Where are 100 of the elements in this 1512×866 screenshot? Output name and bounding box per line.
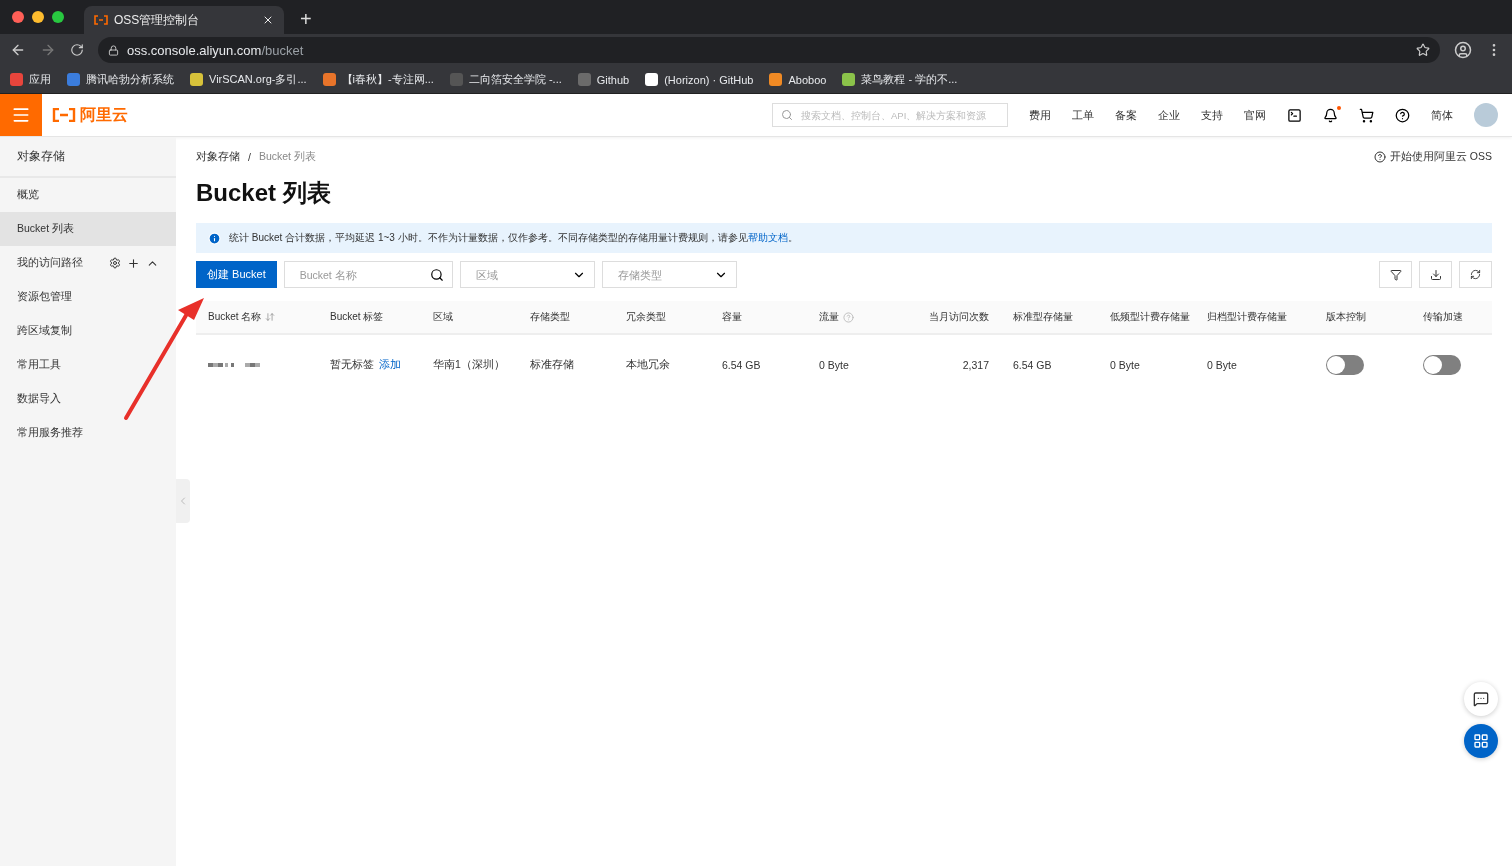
cloud-logo-icon — [94, 15, 108, 25]
table-cell-text: 0 Byte — [818, 358, 850, 373]
table-cell-text: 本地冗余 — [625, 357, 671, 372]
sidebar-title: 对象存储 — [0, 137, 176, 178]
sidebar-item[interactable]: 我的访问路径 — [0, 246, 176, 280]
zoom-window-icon[interactable] — [52, 11, 64, 23]
column-header: 冗余类型 — [614, 301, 710, 335]
download-icon — [1429, 268, 1442, 281]
bucket-name-search-field[interactable]: Bucket 名称 — [283, 261, 453, 288]
column-header: 存储类型 — [518, 301, 614, 335]
address-bar[interactable]: oss.console.aliyun.com/bucket — [98, 37, 1440, 63]
grid-icon — [1473, 733, 1489, 749]
column-header: 归档型计费存储量 — [1195, 301, 1314, 335]
bookmark[interactable]: Aboboo — [769, 73, 827, 86]
group-label: 我的访问路径 — [17, 256, 84, 270]
storage-type-select[interactable]: 存储类型 — [601, 261, 737, 288]
collapse-handle[interactable] — [176, 479, 190, 523]
column-header: Bucket 标签 — [318, 301, 421, 335]
bell-icon[interactable] — [1323, 107, 1338, 123]
help-doc-link[interactable]: 帮助文档 — [747, 232, 788, 243]
column-header[interactable]: Bucket 名称 — [196, 301, 318, 335]
nav-link[interactable]: 工单 — [1072, 107, 1094, 123]
table-cell-text: 2,317 — [961, 358, 990, 373]
forward-icon[interactable] — [40, 42, 56, 58]
sidebar-item[interactable]: 数据导入 — [0, 382, 176, 416]
search-icon — [781, 109, 793, 121]
table-cell-text: 0 Byte — [1206, 358, 1238, 373]
tag-text: 暂无标签 — [330, 358, 374, 372]
logo-icon — [52, 108, 76, 122]
page-title: Bucket 列表 — [196, 178, 332, 208]
column-header: 容量 — [710, 301, 807, 335]
feedback-button[interactable] — [1464, 682, 1498, 716]
refresh-icon — [1470, 269, 1481, 280]
profile-icon[interactable] — [1454, 41, 1472, 59]
nav-link[interactable]: 费用 — [1029, 107, 1051, 123]
search-icon[interactable] — [429, 267, 444, 282]
bookmark[interactable]: VirSCAN.org-多引... — [190, 72, 307, 87]
table-cell-text: 0 Byte — [1109, 358, 1141, 373]
language-link[interactable]: 简体 — [1431, 107, 1453, 123]
filter-icon — [1389, 268, 1402, 281]
download-button[interactable] — [1419, 261, 1452, 288]
refresh-button[interactable] — [1459, 261, 1492, 288]
create-bucket-button[interactable]: 创建 Bucket — [196, 261, 277, 288]
help-link[interactable]: 开始使用阿里云 OSS — [1373, 150, 1492, 164]
apps-button[interactable] — [1464, 724, 1498, 758]
table-cell-text: 6.54 GB — [721, 358, 762, 373]
column-title: Bucket 名称 — [208, 310, 262, 324]
table-cell-text: 华南1（深圳） — [432, 357, 506, 372]
sidebar-item[interactable]: 跨区域复制 — [0, 314, 176, 348]
filter-button[interactable] — [1379, 261, 1412, 288]
terminal-icon[interactable] — [1287, 107, 1302, 123]
settings-icon[interactable] — [109, 257, 121, 269]
nav-link[interactable]: 企业 — [1158, 107, 1180, 123]
sidebar-item[interactable]: 资源包管理 — [0, 280, 176, 314]
column-header: 版本控制 — [1314, 301, 1411, 335]
add-icon[interactable] — [127, 256, 140, 270]
lock-icon — [108, 44, 119, 56]
sidebar-item[interactable]: 常用工具 — [0, 348, 176, 382]
sidebar-item[interactable]: 概览 — [0, 178, 176, 212]
bookmark[interactable]: 菜鸟教程 - 学的不... — [842, 72, 958, 87]
column-header: 区域 — [421, 301, 518, 335]
nav-link[interactable]: 官网 — [1244, 107, 1266, 123]
info-icon — [208, 231, 221, 245]
notice-text: 统计 Bucket 合计数据，平均延迟 1~3 小时。不作为计量数据，仅作参考。不同存储类型的存储用量计费规则，请参见帮助文档。 — [229, 231, 798, 245]
help-icon — [1373, 151, 1386, 163]
column-header: 标准型存储量 — [1001, 301, 1098, 335]
close-window-icon[interactable] — [12, 11, 24, 23]
nav-link[interactable]: 支持 — [1201, 107, 1223, 123]
back-icon[interactable] — [10, 42, 26, 58]
chat-icon — [1473, 691, 1489, 707]
menu-icon — [11, 105, 31, 125]
add-tag-link[interactable]: 添加 — [379, 358, 401, 372]
tab-title: OSS管理控制台 — [114, 11, 201, 29]
bookmark[interactable]: 腾讯哈勃分析系统 — [67, 72, 174, 87]
browser-tab[interactable]: OSS管理控制台 — [84, 6, 284, 34]
bookmark[interactable]: Github — [577, 73, 630, 86]
bookmark[interactable]: (Horizon) · GitHub — [645, 73, 754, 86]
sidebar-item[interactable]: 常用服务推荐 — [0, 416, 176, 450]
bookmark[interactable]: 应用 — [10, 72, 51, 87]
toggle-switch[interactable] — [1423, 355, 1461, 375]
region-select[interactable]: 区域 — [459, 261, 595, 288]
reload-icon[interactable] — [70, 43, 84, 57]
star-icon[interactable] — [1416, 43, 1430, 57]
column-header: 低频型计费存储量 — [1098, 301, 1195, 335]
breadcrumb-link[interactable]: 对象存储 — [196, 150, 240, 164]
url-text: oss.console.aliyun.com/bucket — [127, 42, 304, 58]
close-icon[interactable] — [262, 14, 274, 26]
bookmark[interactable]: 【i春秋】-专注网... — [322, 72, 434, 87]
cart-icon[interactable] — [1359, 107, 1374, 123]
column-title: 流量 — [819, 310, 839, 324]
minimize-window-icon[interactable] — [32, 11, 44, 23]
nav-link[interactable]: 备案 — [1115, 107, 1137, 123]
bookmark[interactable]: 二向箔安全学院 -... — [449, 72, 562, 87]
help-icon[interactable] — [1395, 107, 1410, 123]
table-cell-text: 标准存储 — [529, 357, 575, 372]
sidebar-item[interactable]: Bucket 列表 — [0, 212, 176, 246]
breadcrumb-current: Bucket 列表 — [258, 150, 316, 164]
new-tab-button[interactable]: + — [294, 4, 318, 34]
column-header: 当月访问次数 — [904, 301, 1001, 335]
toggle-switch[interactable] — [1326, 355, 1364, 375]
